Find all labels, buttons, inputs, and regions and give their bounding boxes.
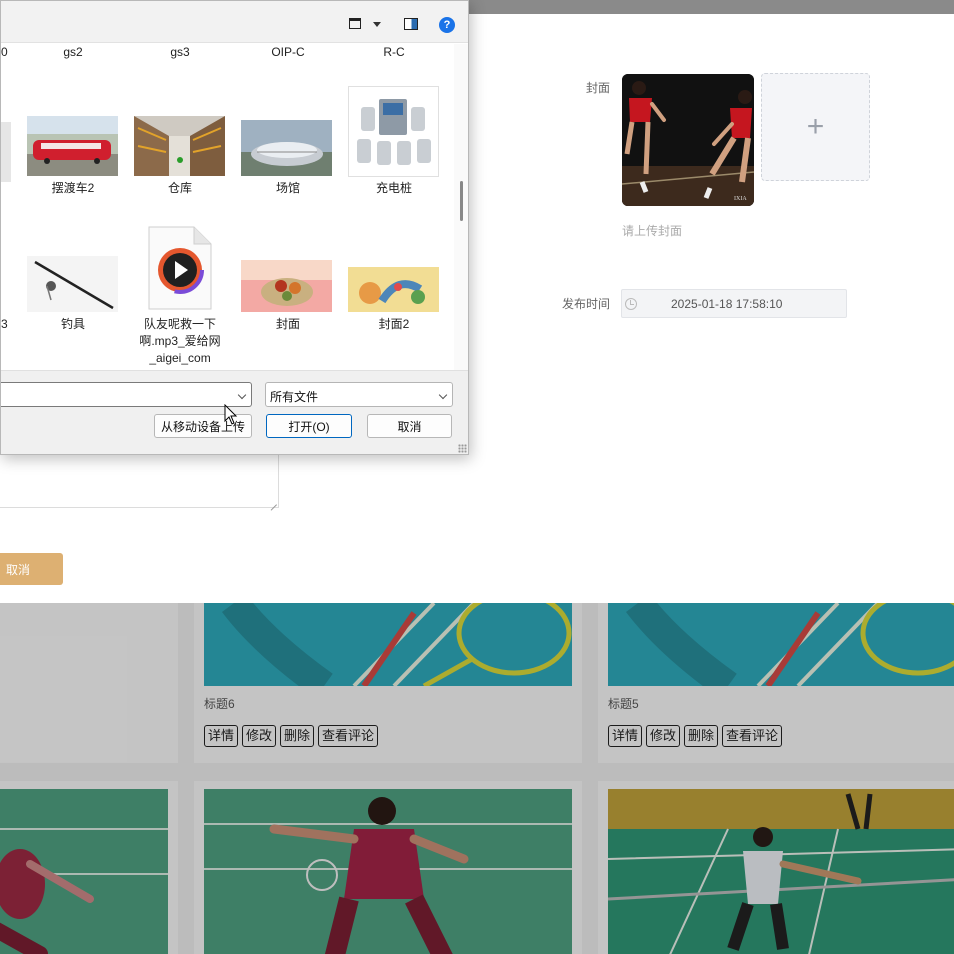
file-list: 40 gs2 gs3 OIP-C R-C <box>1 44 454 370</box>
file-item-label[interactable]: 仓库 <box>130 180 230 197</box>
dialog-toolbar: ? <box>1 1 468 43</box>
publish-time-value: 2025-01-18 17:58:10 <box>671 296 783 311</box>
resize-handle-icon[interactable] <box>268 496 277 505</box>
file-type-select[interactable]: 所有文件 <box>265 382 453 407</box>
post-title: 标题5 <box>608 697 639 711</box>
mouse-cursor-icon <box>224 404 238 425</box>
file-thumbnail[interactable] <box>27 256 118 312</box>
post-card: 标题6 详情 修改 删除 查看评论 <box>194 603 582 763</box>
file-item-label[interactable]: 队友呢救一下啊.mp3_爱给网_aigei_com <box>127 316 233 367</box>
file-item-label[interactable]: 充电桩 <box>344 180 444 197</box>
filename-input[interactable] <box>1 382 252 407</box>
svg-text:IXIA: IXIA <box>734 196 747 202</box>
file-item-label[interactable]: R-C <box>344 44 444 61</box>
cover-label: 封面 <box>585 81 610 95</box>
help-icon[interactable]: ? <box>439 17 455 33</box>
cover-image-preview[interactable]: IXIA <box>622 74 754 206</box>
post-card <box>598 781 954 954</box>
chevron-down-icon <box>438 390 448 400</box>
file-thumbnail[interactable] <box>348 86 439 177</box>
post-card-left-partial <box>0 603 178 763</box>
file-item-label[interactable]: gs3 <box>130 44 230 61</box>
plus-icon: + <box>806 110 825 143</box>
view-comments-button[interactable]: 查看评论 <box>722 725 783 747</box>
post-image <box>0 789 168 954</box>
view-comments-button[interactable]: 查看评论 <box>318 725 379 747</box>
post-image <box>608 789 954 954</box>
content-textarea[interactable] <box>0 308 279 508</box>
post-image <box>608 603 954 686</box>
delete-button[interactable]: 删除 <box>280 725 315 747</box>
cancel-button[interactable]: 取消 <box>0 553 63 585</box>
publish-time-picker[interactable]: 2025-01-18 17:58:10 <box>621 289 847 318</box>
scrollbar-thumb[interactable] <box>460 181 463 221</box>
file-thumbnail[interactable] <box>241 120 332 176</box>
publish-time-label: 发布时间 <box>561 297 610 311</box>
file-item-label[interactable]: gs2 <box>23 44 123 61</box>
file-type-value: 所有文件 <box>270 390 319 404</box>
post-actions: 详情 修改 删除 查看评论 <box>204 725 379 747</box>
file-item-label[interactable]: 封面2 <box>344 316 444 333</box>
open-button[interactable]: 打开(O) <box>266 414 352 438</box>
detail-button[interactable]: 详情 <box>204 725 239 747</box>
post-card: 标题5 详情 修改 删除 查看评论 <box>598 603 954 763</box>
edit-button[interactable]: 修改 <box>646 725 681 747</box>
cancel-button-label: 取消 <box>6 562 31 577</box>
cover-upload-hint: 请上传封面 <box>622 224 683 238</box>
post-image <box>204 603 572 686</box>
post-image <box>204 789 572 954</box>
file-thumbnail[interactable] <box>134 116 225 176</box>
chevron-down-icon[interactable] <box>237 390 247 400</box>
preview-pane-icon[interactable] <box>404 18 418 30</box>
post-gallery: 标题6 详情 修改 删除 查看评论 标题5 详情 修改 删除 查看评论 <box>0 603 954 954</box>
view-mode-icon[interactable] <box>349 18 361 29</box>
detail-button[interactable]: 详情 <box>608 725 643 747</box>
file-thumbnail[interactable] <box>148 226 212 310</box>
post-title: 标题6 <box>204 697 235 711</box>
file-item-label[interactable]: 封面 <box>238 316 338 333</box>
file-item-label[interactable]: 钓具 <box>23 316 123 333</box>
post-card <box>194 781 582 954</box>
resize-grip-icon[interactable] <box>458 444 467 453</box>
file-thumbnail[interactable] <box>241 260 332 312</box>
post-card-left-partial-2 <box>0 781 178 954</box>
file-item-label[interactable]: 场馆 <box>238 180 338 197</box>
edit-button[interactable]: 修改 <box>242 725 277 747</box>
file-open-dialog: ? 40 gs2 gs3 OIP-C R-C <box>0 0 469 455</box>
file-thumbnail[interactable] <box>1 122 11 182</box>
file-item-label[interactable]: OIP-C <box>238 44 338 61</box>
post-actions: 详情 修改 删除 查看评论 <box>608 725 783 747</box>
clock-icon <box>625 297 637 310</box>
cover-upload-button[interactable]: + <box>761 73 870 181</box>
file-thumbnail[interactable] <box>27 116 118 176</box>
file-item-label[interactable]: 摆渡车2 <box>23 180 123 197</box>
dialog-cancel-button[interactable]: 取消 <box>367 414 452 438</box>
delete-button[interactable]: 删除 <box>684 725 719 747</box>
chevron-down-icon[interactable] <box>373 22 381 27</box>
file-thumbnail[interactable] <box>348 267 439 312</box>
